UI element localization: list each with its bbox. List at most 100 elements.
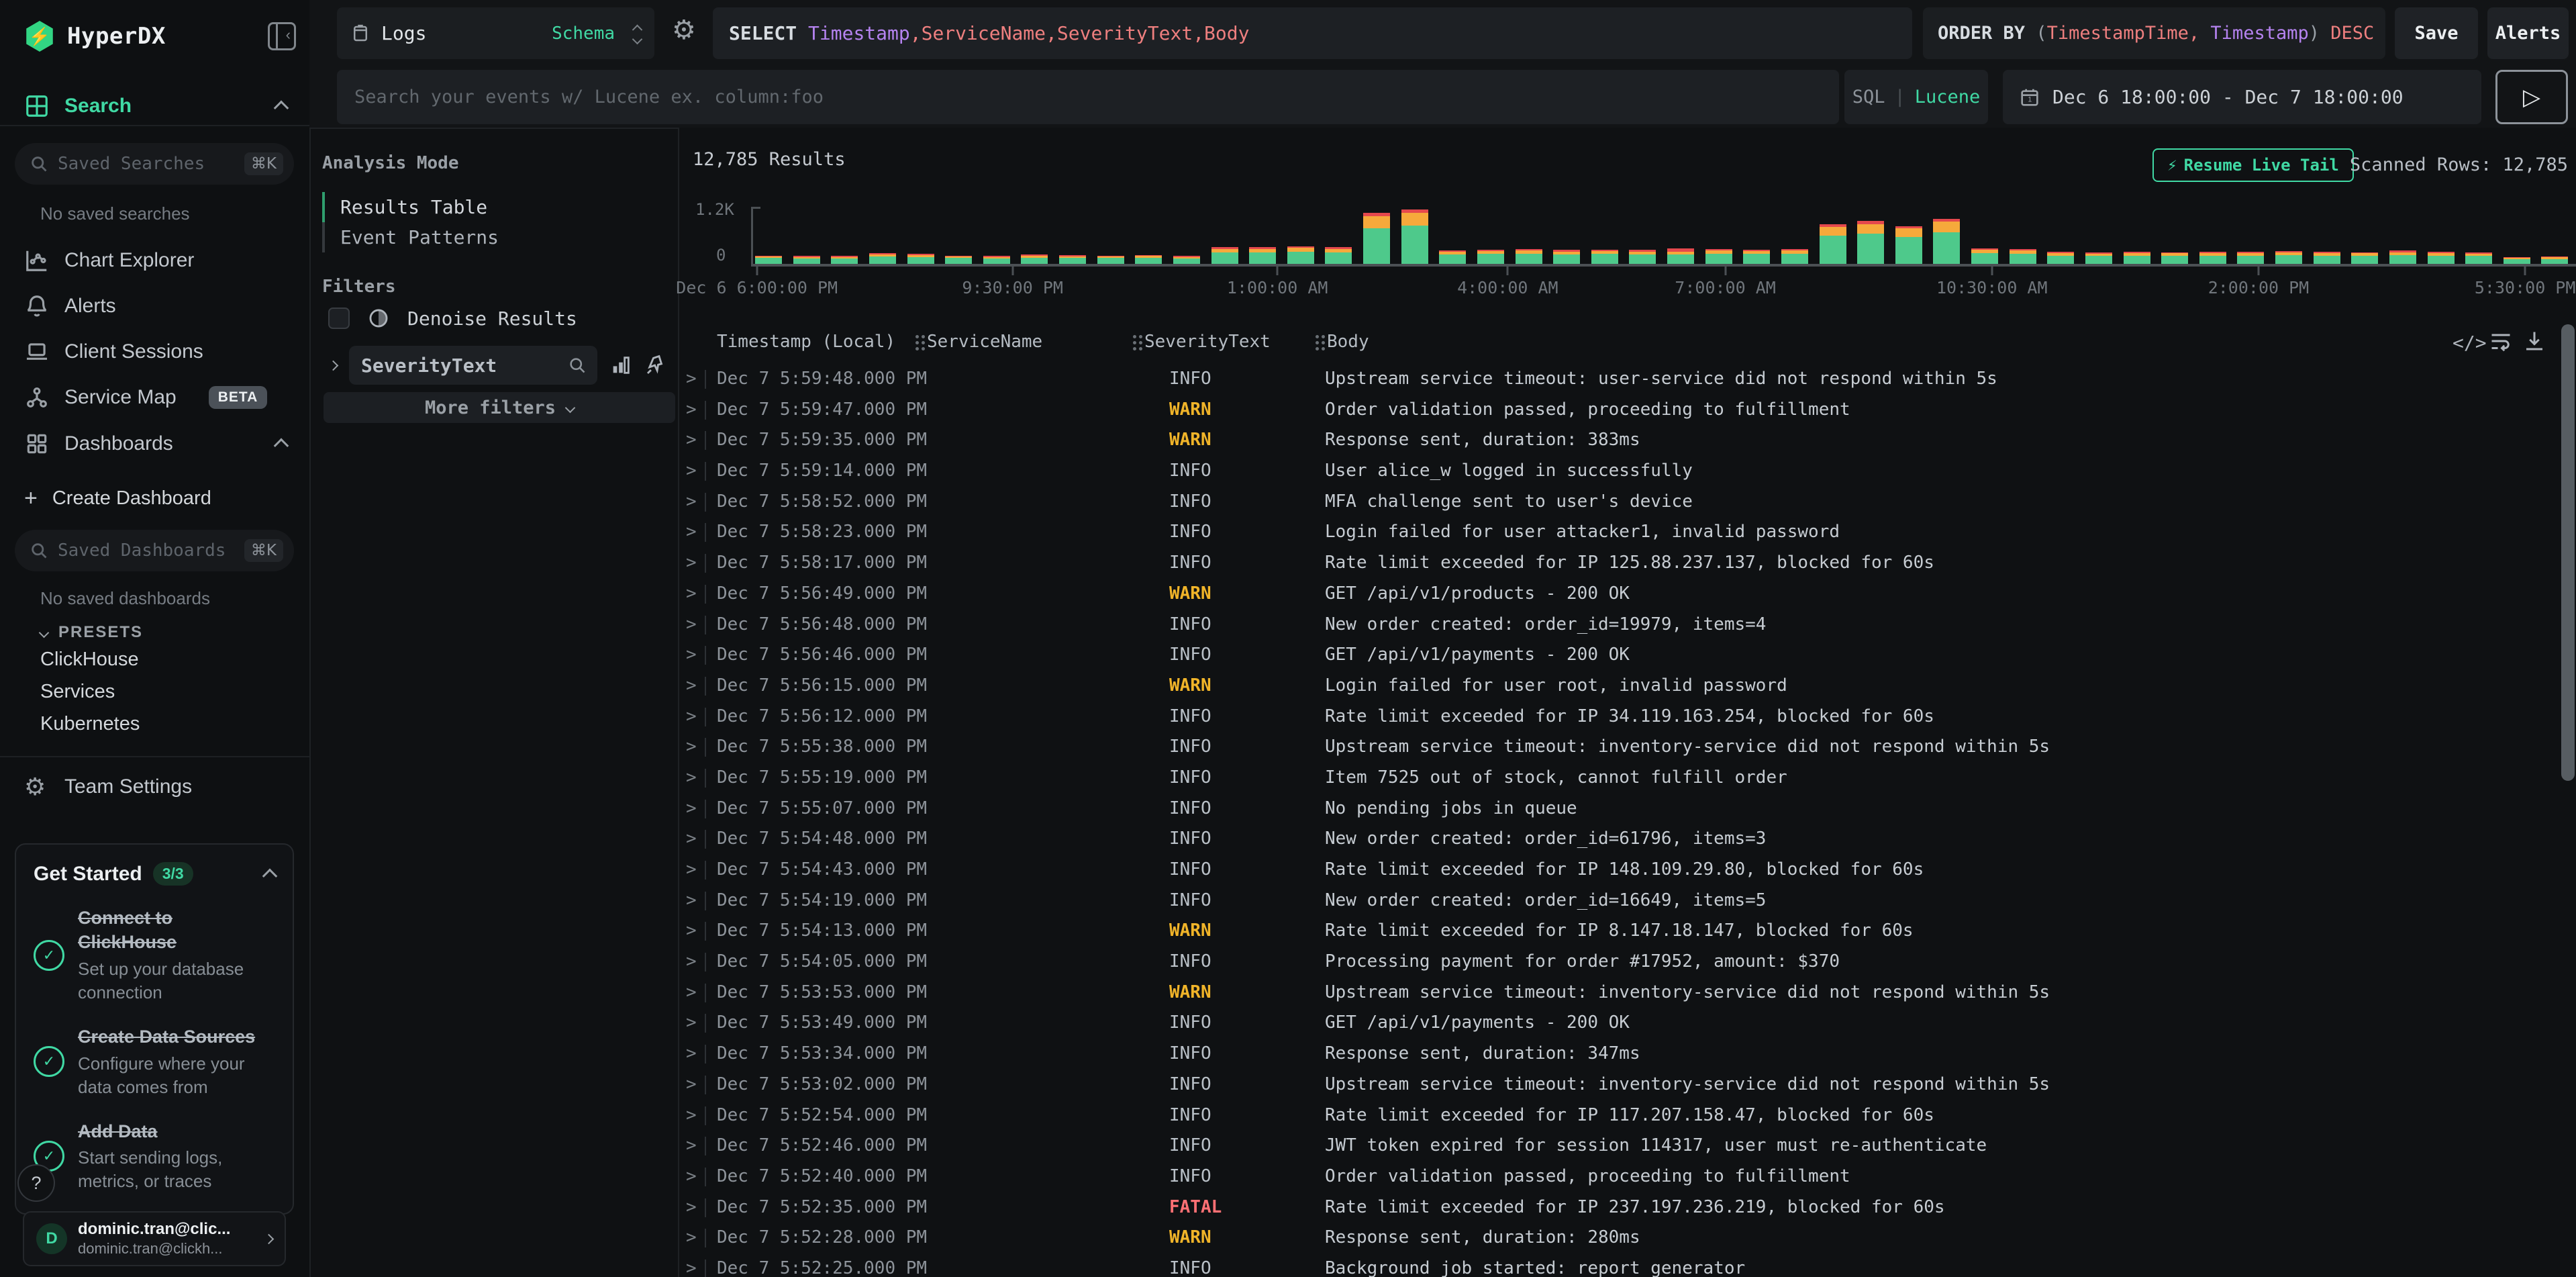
log-row[interactable]: >Dec 7 5:52:40.000 PMINFOOrder validatio… — [679, 1162, 2561, 1192]
histogram-bar[interactable] — [1553, 250, 1580, 264]
histogram-bar[interactable] — [1516, 249, 1542, 264]
histogram-bar[interactable] — [2199, 252, 2226, 264]
histogram-bar[interactable] — [1173, 256, 1200, 264]
expand-row-icon[interactable]: > — [686, 1070, 697, 1100]
log-row[interactable]: >Dec 7 5:55:38.000 PMINFOUpstream servic… — [679, 732, 2561, 763]
log-row[interactable]: >Dec 7 5:55:19.000 PMINFOItem 7525 out o… — [679, 763, 2561, 794]
source-select[interactable]: Logs Schema — [337, 7, 654, 59]
expand-row-icon[interactable]: > — [686, 794, 697, 824]
histogram-bar[interactable] — [2085, 252, 2112, 264]
log-row[interactable]: >Dec 7 5:58:52.000 PMINFOMFA challenge s… — [679, 487, 2561, 518]
sidebar-item-client-sessions[interactable]: Client Sessions — [0, 334, 309, 369]
log-row[interactable]: >Dec 7 5:58:17.000 PMINFORate limit exce… — [679, 548, 2561, 579]
histogram-bar[interactable] — [2351, 252, 2378, 264]
lucene-toggle[interactable]: Lucene — [1915, 87, 1981, 107]
expand-row-icon[interactable]: > — [686, 1192, 697, 1223]
histogram-bar[interactable] — [1287, 246, 1314, 264]
histogram-bar[interactable] — [983, 256, 1010, 264]
download-icon[interactable] — [2522, 329, 2546, 353]
expand-row-icon[interactable]: > — [686, 671, 697, 702]
get-started-item[interactable]: Connect to ClickHouse Set up your databa… — [34, 906, 275, 1004]
bar-chart-icon[interactable] — [609, 354, 632, 377]
expand-row-icon[interactable]: > — [686, 579, 697, 610]
expand-row-icon[interactable]: > — [686, 395, 697, 426]
sidebar-item-chart-explorer[interactable]: Chart Explorer — [0, 243, 309, 278]
expand-row-icon[interactable]: > — [686, 978, 697, 1008]
create-dashboard-button[interactable]: + Create Dashboard — [0, 482, 309, 514]
expand-row-icon[interactable]: > — [686, 763, 697, 794]
column-header-severitytext[interactable]: SeverityText — [1133, 332, 1271, 352]
denoise-checkbox[interactable] — [328, 308, 350, 329]
log-row[interactable]: >Dec 7 5:54:43.000 PMINFORate limit exce… — [679, 855, 2561, 886]
log-row[interactable]: >Dec 7 5:54:48.000 PMINFONew order creat… — [679, 824, 2561, 855]
log-row[interactable]: >Dec 7 5:59:47.000 PMWARNOrder validatio… — [679, 395, 2561, 426]
histogram-bar[interactable] — [2275, 251, 2302, 264]
log-row[interactable]: >Dec 7 5:59:14.000 PMINFOUser alice_w lo… — [679, 456, 2561, 487]
log-row[interactable]: >Dec 7 5:52:46.000 PMINFOJWT token expir… — [679, 1131, 2561, 1162]
user-profile-card[interactable]: D dominic.tran@clic... dominic.tran@clic… — [23, 1211, 286, 1266]
log-row[interactable]: >Dec 7 5:56:48.000 PMINFONew order creat… — [679, 610, 2561, 641]
more-filters-button[interactable]: More filters — [324, 392, 675, 423]
expand-row-icon[interactable]: > — [686, 824, 697, 855]
histogram-bar[interactable] — [1591, 250, 1618, 264]
expand-row-icon[interactable]: > — [686, 732, 697, 763]
sidebar-item-service-map[interactable]: Service Map BETA — [0, 380, 309, 415]
histogram-bar[interactable] — [1021, 254, 1048, 264]
histogram-bar[interactable] — [2314, 252, 2340, 264]
sidebar-item-alerts[interactable]: Alerts — [0, 289, 309, 324]
histogram-bar[interactable] — [1781, 249, 1808, 264]
histogram-bar[interactable] — [1211, 247, 1238, 264]
log-row[interactable]: >Dec 7 5:58:23.000 PMINFOLogin failed fo… — [679, 517, 2561, 548]
log-row[interactable]: >Dec 7 5:53:34.000 PMINFOResponse sent, … — [679, 1039, 2561, 1070]
histogram-bar[interactable] — [793, 256, 820, 264]
histogram-bar[interactable] — [1439, 250, 1466, 264]
drag-handle-icon[interactable] — [1316, 335, 1319, 338]
preset-services[interactable]: Services — [40, 681, 115, 703]
preset-clickhouse[interactable]: ClickHouse — [40, 649, 139, 671]
log-row[interactable]: >Dec 7 5:54:19.000 PMINFONew order creat… — [679, 886, 2561, 916]
histogram-bar[interactable] — [907, 254, 934, 264]
time-range-picker[interactable]: 1 Dec 6 18:00:00 - Dec 7 18:00:00 — [2003, 70, 2481, 124]
histogram-bar[interactable] — [1667, 248, 1694, 264]
get-started-item[interactable]: Create Data Sources Configure where your… — [34, 1025, 275, 1099]
presets-toggle[interactable]: PRESETS — [40, 623, 143, 642]
histogram-bar[interactable] — [1097, 256, 1124, 264]
histogram-bar[interactable] — [869, 253, 896, 264]
histogram-bar[interactable] — [2504, 257, 2530, 264]
expand-row-icon[interactable]: > — [686, 1254, 697, 1277]
histogram-bar[interactable] — [1059, 255, 1086, 264]
sidebar-item-search[interactable]: Search — [0, 89, 309, 124]
preset-kubernetes[interactable]: Kubernetes — [40, 713, 140, 735]
histogram-bar[interactable] — [2541, 256, 2568, 264]
select-query-input[interactable]: SELECT Timestamp,ServiceName,SeverityTex… — [713, 7, 1912, 59]
histogram-bar[interactable] — [1401, 209, 1428, 264]
log-row[interactable]: >Dec 7 5:52:28.000 PMWARNResponse sent, … — [679, 1223, 2561, 1254]
sidebar-collapse-icon[interactable] — [268, 22, 296, 50]
expand-row-icon[interactable]: > — [686, 517, 697, 548]
saved-dashboards-input[interactable]: Saved Dashboards ⌘K — [15, 530, 294, 571]
histogram-bar[interactable] — [1629, 250, 1656, 264]
histogram-bar[interactable] — [1249, 247, 1276, 264]
log-row[interactable]: >Dec 7 5:52:35.000 PMFATALRate limit exc… — [679, 1192, 2561, 1223]
histogram-bar[interactable] — [2161, 252, 2188, 264]
expand-row-icon[interactable]: > — [686, 1162, 697, 1192]
histogram-bar[interactable] — [1363, 213, 1390, 264]
expand-row-icon[interactable]: > — [686, 1131, 697, 1162]
chevron-up-icon[interactable] — [262, 868, 278, 884]
expand-row-icon[interactable]: > — [686, 1223, 697, 1254]
alerts-button[interactable]: Alerts — [2487, 7, 2569, 59]
histogram-bar[interactable] — [945, 256, 972, 264]
expand-row-icon[interactable]: > — [686, 610, 697, 641]
histogram-bar[interactable] — [1820, 224, 1846, 264]
event-search-input[interactable]: Search your events w/ Lucene ex. column:… — [337, 70, 1839, 124]
histogram-bar[interactable] — [1895, 226, 1922, 264]
drag-handle-icon[interactable] — [1133, 335, 1136, 338]
expand-row-icon[interactable]: > — [686, 1008, 697, 1039]
histogram-bar[interactable] — [2124, 252, 2150, 264]
log-row[interactable]: >Dec 7 5:55:07.000 PMINFONo pending jobs… — [679, 794, 2561, 824]
log-row[interactable]: >Dec 7 5:53:53.000 PMWARNUpstream servic… — [679, 978, 2561, 1008]
expand-row-icon[interactable]: > — [686, 487, 697, 518]
mode-event-patterns[interactable]: Event Patterns — [340, 222, 499, 252]
histogram-bar[interactable] — [1477, 250, 1504, 264]
expand-row-icon[interactable]: > — [686, 1039, 697, 1070]
